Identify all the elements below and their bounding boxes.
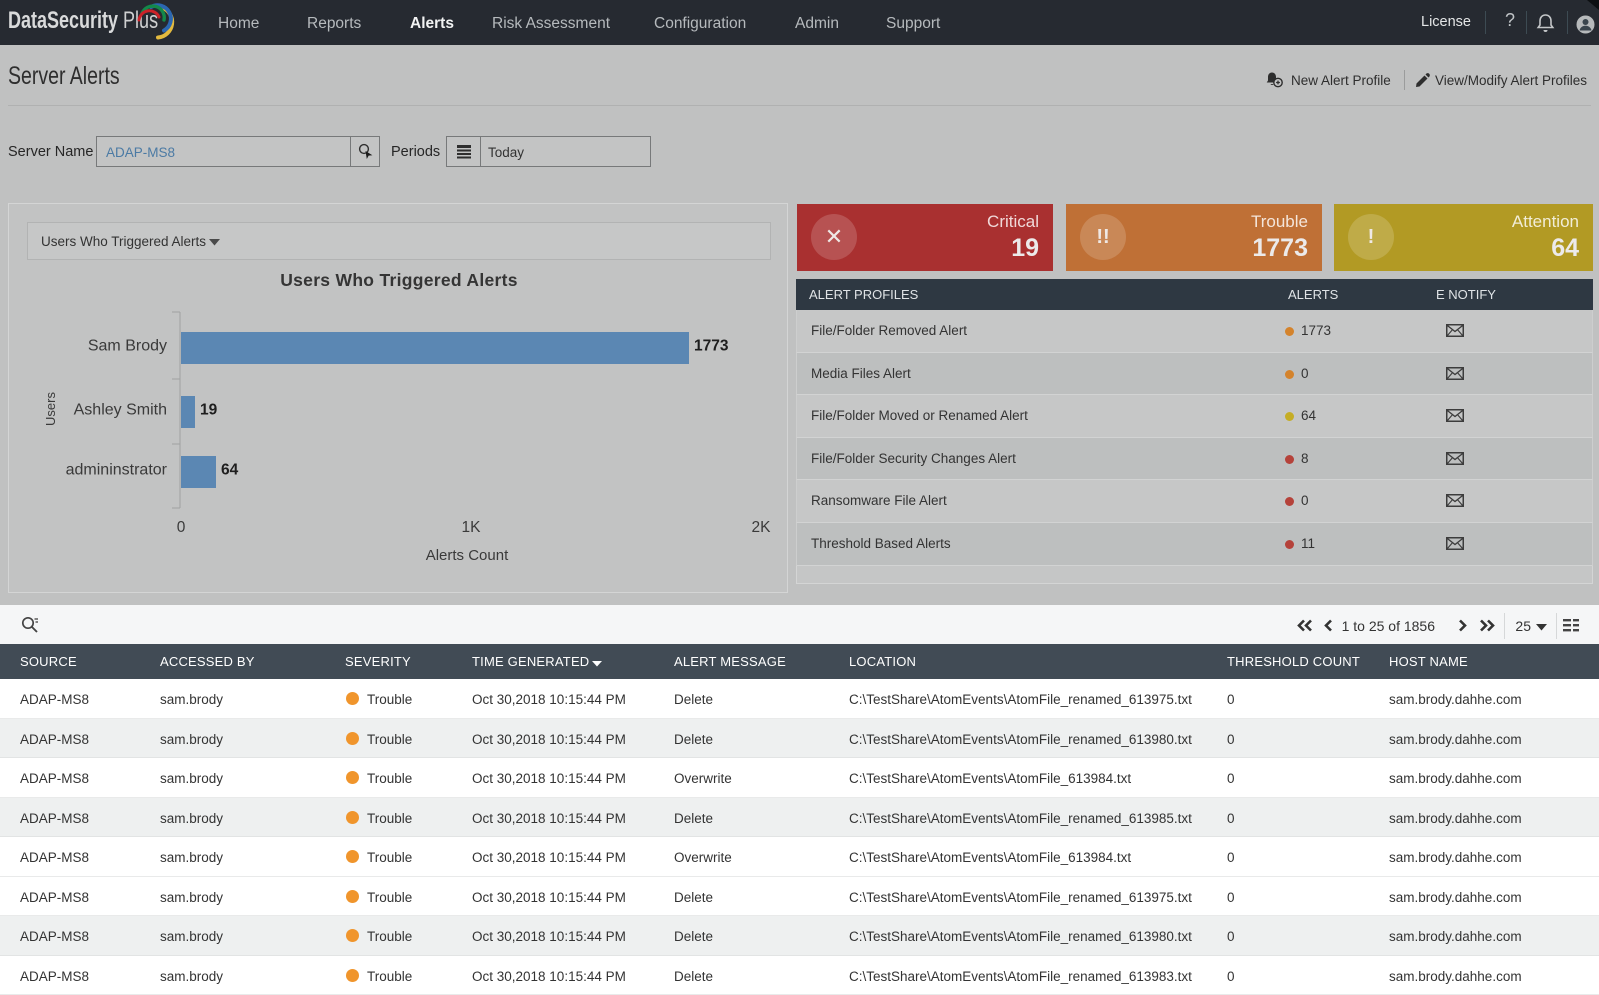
svg-text:64: 64 xyxy=(221,462,239,479)
svg-text:0: 0 xyxy=(177,519,186,536)
svg-text:1773: 1773 xyxy=(694,338,729,355)
svg-text:admininstrator: admininstrator xyxy=(66,462,168,479)
svg-text:19: 19 xyxy=(200,402,218,419)
svg-text:Sam Brody: Sam Brody xyxy=(88,338,167,355)
svg-text:Users: Users xyxy=(43,392,58,426)
svg-text:Alerts Count: Alerts Count xyxy=(426,547,509,564)
svg-text:2K: 2K xyxy=(752,519,772,536)
svg-text:Ashley Smith: Ashley Smith xyxy=(74,402,167,419)
svg-text:1K: 1K xyxy=(462,519,482,536)
